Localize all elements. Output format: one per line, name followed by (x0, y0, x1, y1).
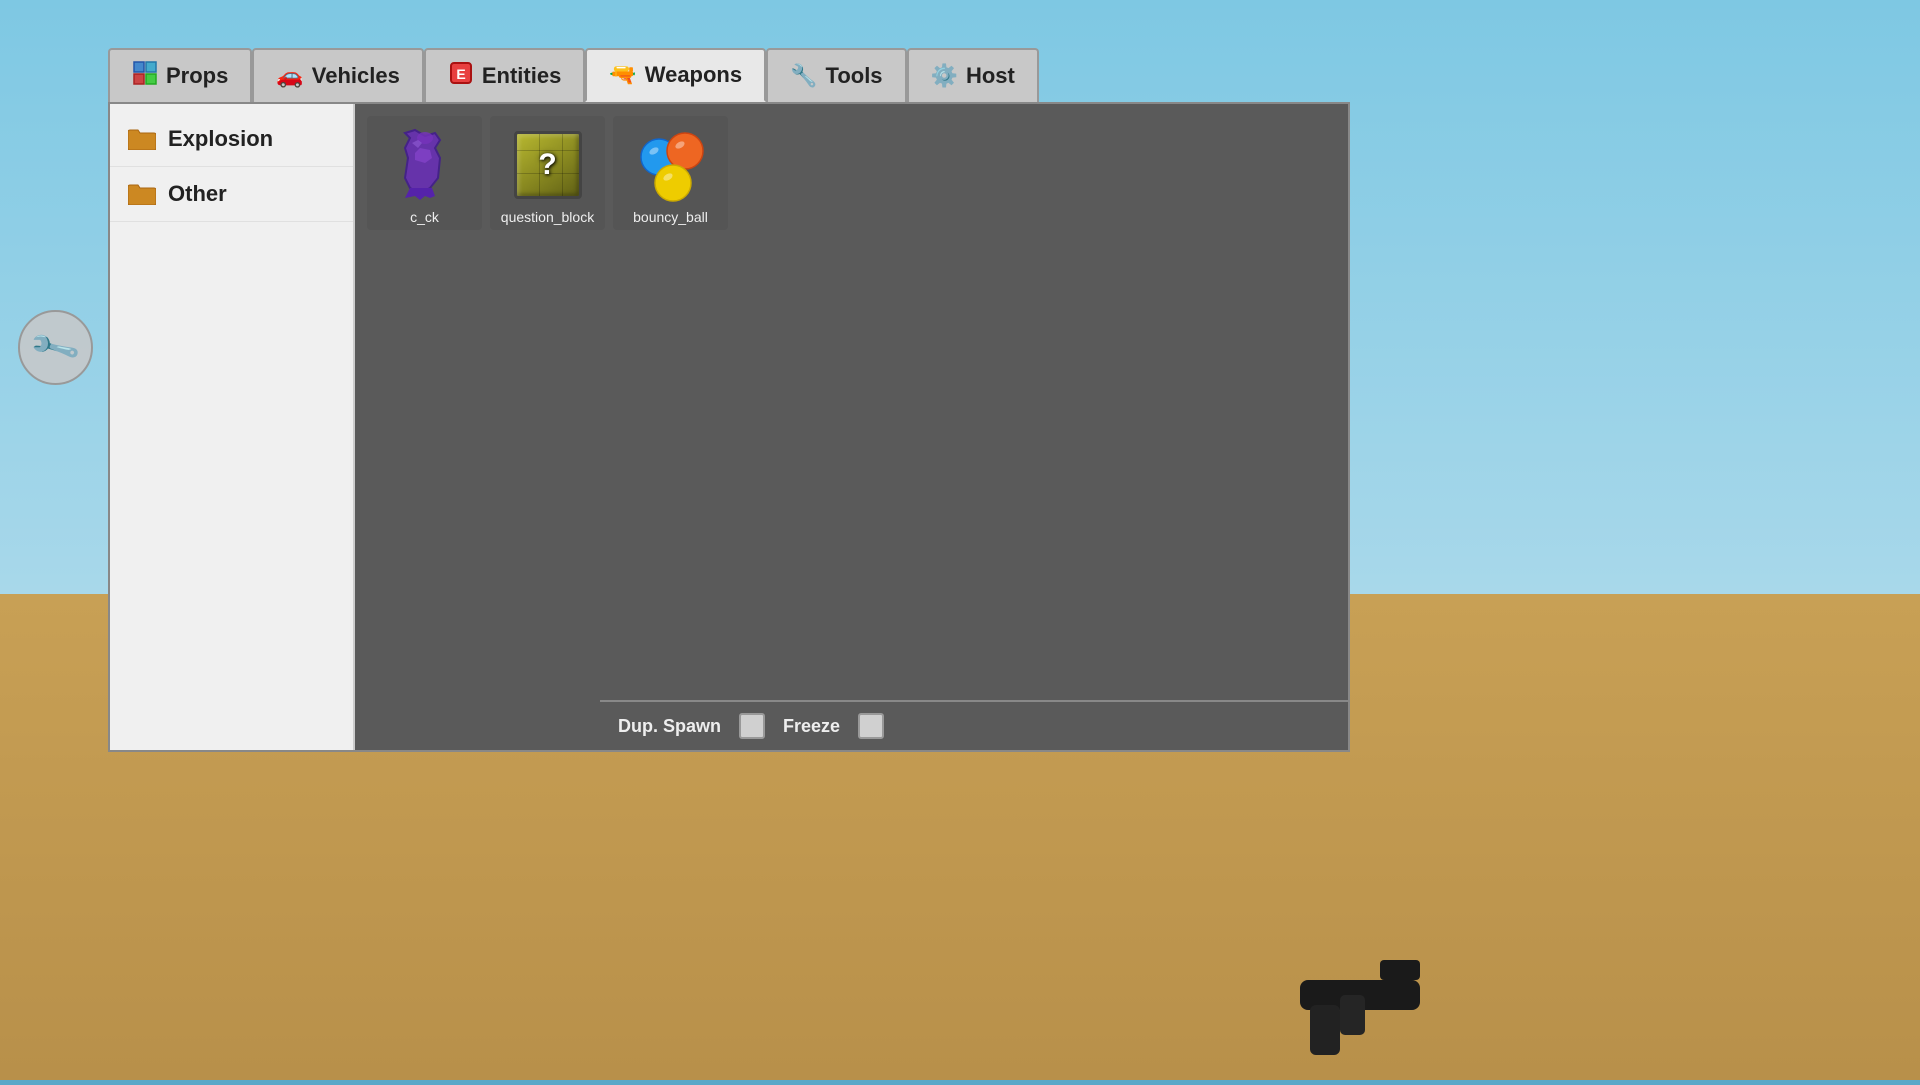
sidebar-item-other[interactable]: Other (110, 167, 353, 222)
tab-host-label: Host (966, 63, 1015, 89)
grid-item-c-ck-label: c_ck (410, 209, 439, 225)
tab-vehicles[interactable]: 🚗 Vehicles (252, 48, 423, 102)
grid-item-bouncy-ball[interactable]: bouncy_ball (613, 116, 728, 230)
tab-entities[interactable]: E Entities (424, 48, 585, 102)
bottom-bar: Dup. Spawn Freeze (600, 700, 1348, 750)
tab-props[interactable]: Props (108, 48, 252, 102)
grid-item-question-block[interactable]: ? question_block (490, 116, 605, 230)
tab-vehicles-label: Vehicles (312, 63, 400, 89)
main-panel: Props 🚗 Vehicles E Entities 🔫 Weapons 🔧 (108, 48, 1350, 768)
tab-weapons[interactable]: 🔫 Weapons (585, 48, 766, 102)
content-area: Explosion Other (108, 102, 1350, 752)
tab-entities-label: Entities (482, 63, 561, 89)
svg-text:E: E (456, 66, 465, 82)
tools-icon: 🔧 (790, 63, 817, 89)
tab-host[interactable]: ⚙️ Host (907, 48, 1039, 102)
grid-item-c-ck[interactable]: c_ck (367, 116, 482, 230)
gun-hand (1240, 880, 1440, 1080)
tools-overlay-button[interactable]: 🔧 (18, 310, 93, 385)
dup-spawn-checkbox[interactable] (739, 713, 765, 739)
grid-items-container: c_ck ? question_block (367, 116, 1336, 230)
vehicles-icon: 🚗 (276, 63, 303, 89)
tab-weapons-label: Weapons (645, 62, 742, 88)
sidebar-item-explosion[interactable]: Explosion (110, 112, 353, 167)
grid-item-question-block-label: question_block (501, 209, 594, 225)
grid-item-bouncy-ball-label: bouncy_ball (633, 209, 708, 225)
folder-icon-explosion (128, 128, 156, 150)
tab-props-label: Props (166, 63, 228, 89)
entities-icon: E (448, 60, 474, 92)
grid-item-c-ck-visual (385, 125, 465, 205)
dup-spawn-label: Dup. Spawn (618, 716, 721, 737)
sidebar: Explosion Other (110, 104, 355, 750)
item-grid: c_ck ? question_block (355, 104, 1348, 750)
weapons-icon: 🔫 (609, 62, 636, 88)
host-icon: ⚙️ (931, 63, 958, 89)
freeze-label: Freeze (783, 716, 840, 737)
tab-tools[interactable]: 🔧 Tools (766, 48, 906, 102)
sidebar-item-other-label: Other (168, 181, 227, 207)
tab-tools-label: Tools (826, 63, 883, 89)
freeze-checkbox[interactable] (858, 713, 884, 739)
props-icon (132, 60, 158, 92)
sidebar-item-explosion-label: Explosion (168, 126, 273, 152)
grid-item-bouncy-ball-visual (631, 125, 711, 205)
folder-icon-other (128, 183, 156, 205)
tab-bar: Props 🚗 Vehicles E Entities 🔫 Weapons 🔧 (108, 48, 1350, 102)
grid-item-question-block-visual: ? (508, 125, 588, 205)
